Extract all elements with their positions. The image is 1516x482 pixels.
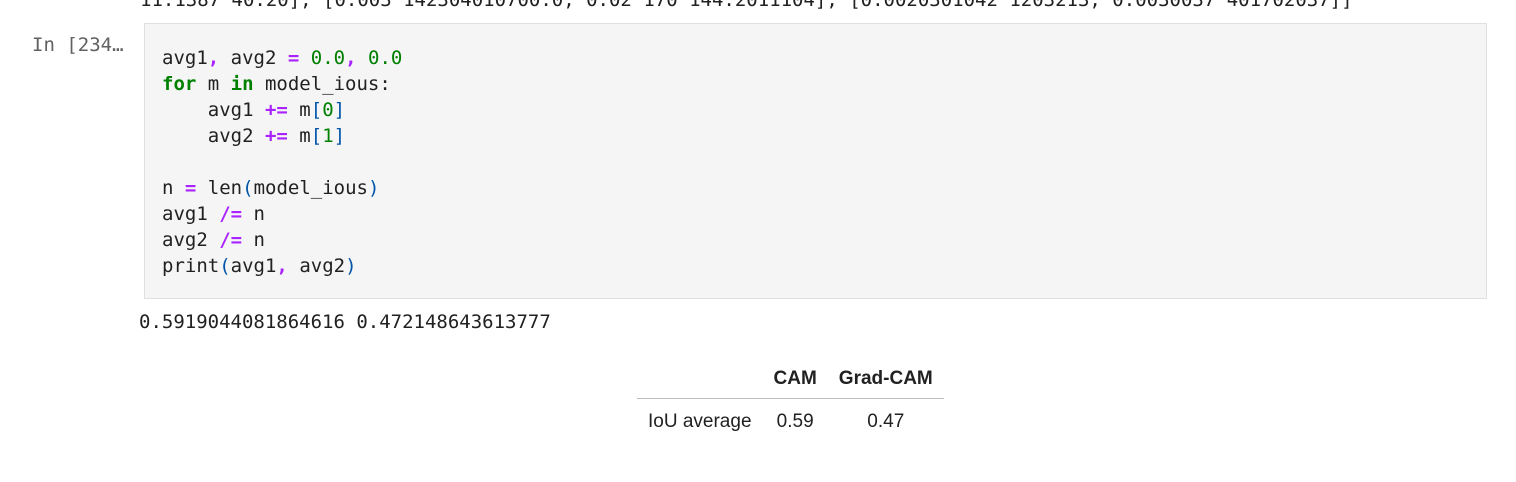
table-header-row: CAM Grad-CAM (637, 362, 944, 399)
previous-output-fragment: 11.1387 40.20], [0.003 142304010700.0, 0… (140, 0, 1353, 11)
code-cell[interactable]: avg1, avg2 = 0.0, 0.0 for m in model_iou… (144, 23, 1487, 299)
table-header-gradcam: Grad-CAM (827, 362, 944, 399)
code-line-8: avg2 /= n (162, 229, 265, 251)
code-line-1: avg1, avg2 = 0.0, 0.0 (162, 47, 403, 69)
results-table: CAM Grad-CAM IoU average 0.59 0.47 (637, 362, 944, 439)
table-row: IoU average 0.59 0.47 (637, 399, 944, 440)
code-line-7: avg1 /= n (162, 203, 265, 225)
code-line-9: print(avg1, avg2) (162, 255, 357, 277)
code-line-2: for m in model_ious: (162, 73, 391, 95)
cell-output-text: 0.5919044081864616 0.472148643613777 (139, 311, 551, 333)
code-line-3: avg1 += m[0] (162, 99, 346, 121)
code-line-4: avg2 += m[1] (162, 125, 346, 147)
table-header-cam: CAM (762, 362, 828, 399)
row-label: IoU average (648, 411, 752, 432)
code-line-6: n = len(model_ious) (162, 177, 380, 199)
cam-value: 0.59 (776, 411, 814, 432)
gradcam-value: 0.47 (867, 411, 905, 432)
input-prompt: In [234… (32, 34, 124, 56)
code-editor[interactable]: avg1, avg2 = 0.0, 0.0 for m in model_iou… (162, 45, 402, 279)
table-header-blank (637, 362, 763, 399)
